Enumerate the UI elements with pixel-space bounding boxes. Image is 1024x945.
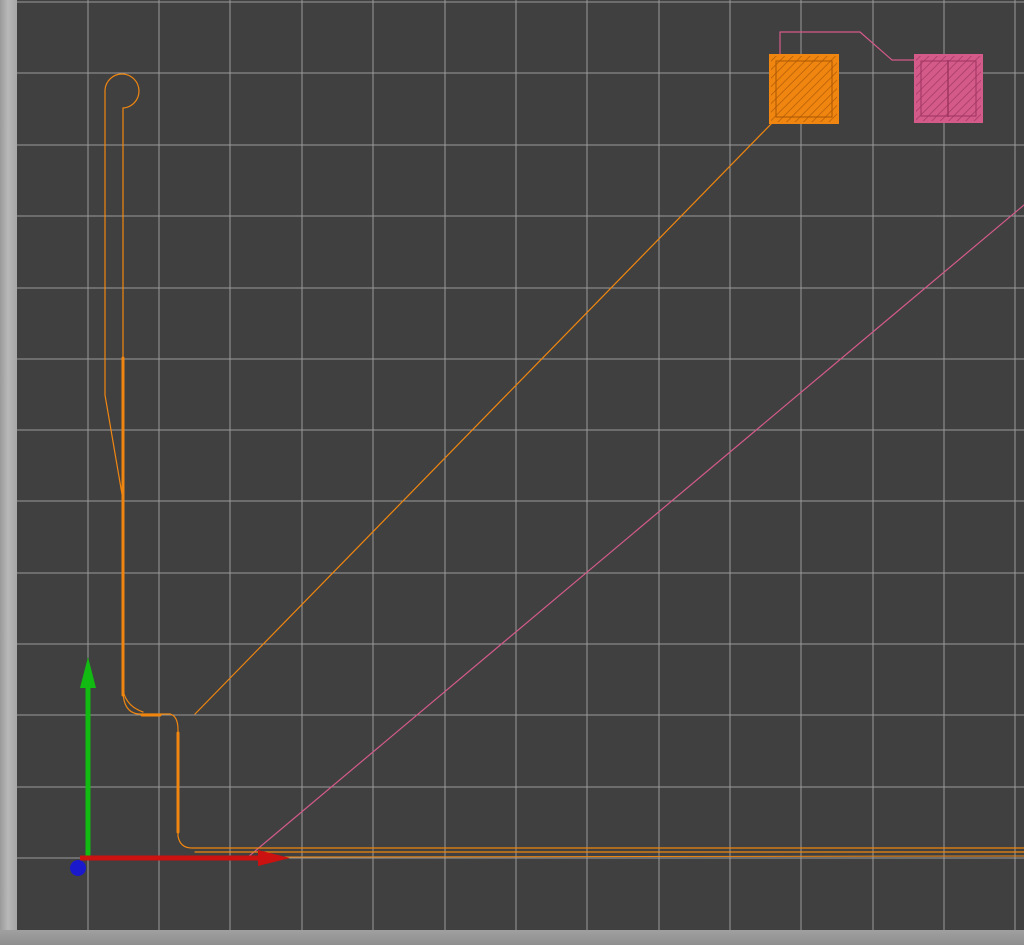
pink-travel-line: [247, 204, 1024, 858]
axes-gizmo[interactable]: [70, 657, 290, 876]
build-plate-grid: [17, 0, 1024, 930]
y-axis-arrowhead: [80, 657, 96, 688]
3d-viewport[interactable]: [0, 0, 1024, 945]
scene-svg[interactable]: [0, 0, 1024, 945]
orange-bottom-line-3: [279, 855, 1024, 858]
orange-skirt-path: [104, 73, 1024, 849]
origin-point: [70, 860, 86, 876]
printed-object-orange[interactable]: [769, 54, 839, 124]
orange-travel-line: [194, 119, 776, 715]
printed-object-pink[interactable]: [914, 54, 983, 123]
orange-return-path: [122, 107, 144, 713]
toolpath-travel-moves: [104, 31, 1024, 858]
